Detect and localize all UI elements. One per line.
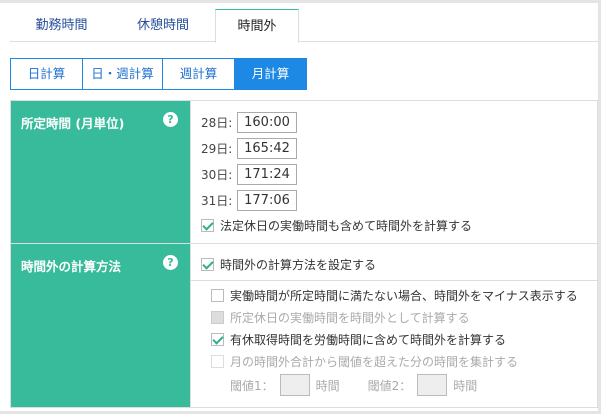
negative-display-checkbox[interactable] bbox=[211, 288, 224, 302]
mode-monthly[interactable]: 月計算 bbox=[234, 58, 307, 90]
threshold1-input bbox=[279, 374, 310, 396]
threshold-checkbox[interactable] bbox=[211, 354, 224, 368]
threshold2-input bbox=[417, 374, 448, 396]
mode-weekly[interactable]: 週計算 bbox=[162, 58, 235, 90]
set-method-checkbox[interactable] bbox=[201, 258, 214, 271]
mode-daily-weekly[interactable]: 日・週計算 bbox=[82, 58, 163, 90]
paid-leave-checkbox[interactable] bbox=[211, 332, 224, 346]
hours-31-input[interactable]: 177:06 bbox=[237, 189, 297, 211]
calc-mode-group: 日計算 日・週計算 週計算 月計算 bbox=[10, 58, 307, 90]
tab-break-time[interactable]: 休憩時間 bbox=[113, 9, 213, 42]
tab-work-time[interactable]: 勤務時間 bbox=[10, 9, 113, 42]
help-icon[interactable]: ? bbox=[163, 255, 178, 270]
tab-bar: 勤務時間 休憩時間 時間外 bbox=[10, 9, 598, 43]
hours-30-input[interactable]: 171:24 bbox=[237, 163, 297, 185]
section-label: 時間外の計算方法? bbox=[10, 243, 191, 408]
section-label: 所定時間 (月単位)? bbox=[10, 100, 191, 244]
tab-overtime[interactable]: 時間外 bbox=[215, 9, 299, 43]
legal-holiday-checkbox[interactable] bbox=[201, 218, 214, 232]
scheduled-holiday-checkbox bbox=[211, 310, 224, 324]
hours-28-input[interactable]: 160:00 bbox=[237, 111, 297, 133]
settings-table: 所定時間 (月単位)? 28日: 160:00 29日: 165:42 30日: 17… bbox=[10, 100, 598, 408]
settings-panel: 勤務時間 休憩時間 時間外 日計算 日・週計算 週計算 月計算 所定時間 (月単… bbox=[0, 3, 598, 411]
help-icon[interactable]: ? bbox=[163, 112, 178, 127]
mode-daily[interactable]: 日計算 bbox=[10, 58, 83, 90]
hours-29-input[interactable]: 165:42 bbox=[237, 137, 297, 159]
